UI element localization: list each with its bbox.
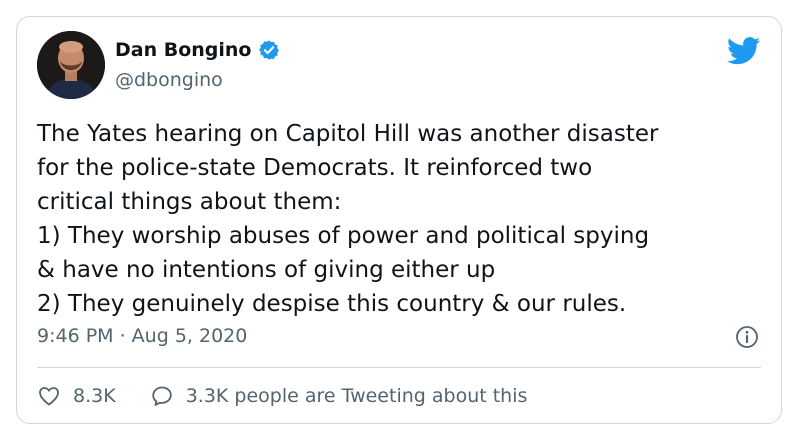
heart-icon bbox=[39, 387, 59, 406]
conversation-button[interactable]: 3.3K people are Tweeting about this bbox=[150, 384, 528, 408]
speech-bubble-icon bbox=[151, 386, 172, 406]
avatar-image bbox=[37, 31, 105, 99]
verified-badge-icon bbox=[258, 40, 279, 60]
author-name-row[interactable]: Dan Bongino bbox=[115, 39, 280, 61]
display-name[interactable]: Dan Bongino bbox=[115, 39, 252, 61]
divider bbox=[37, 367, 761, 368]
avatar[interactable] bbox=[37, 31, 105, 99]
info-icon[interactable] bbox=[735, 325, 759, 349]
like-count: 8.3K bbox=[73, 385, 116, 407]
like-button[interactable]: 8.3K bbox=[37, 384, 116, 408]
twitter-bird-icon[interactable] bbox=[727, 37, 761, 65]
user-handle[interactable]: @dbongino bbox=[115, 69, 223, 91]
tweet-card[interactable]: Dan Bongino @dbongino The Yates hearing … bbox=[16, 16, 782, 424]
conversation-label: 3.3K people are Tweeting about this bbox=[185, 385, 528, 407]
tweet-actions: 8.3K 3.3K people are Tweeting about this bbox=[37, 384, 527, 408]
tweet-text: The Yates hearing on Capitol Hill was an… bbox=[37, 121, 659, 317]
tweet-timestamp[interactable]: 9:46 PM · Aug 5, 2020 bbox=[37, 325, 247, 347]
